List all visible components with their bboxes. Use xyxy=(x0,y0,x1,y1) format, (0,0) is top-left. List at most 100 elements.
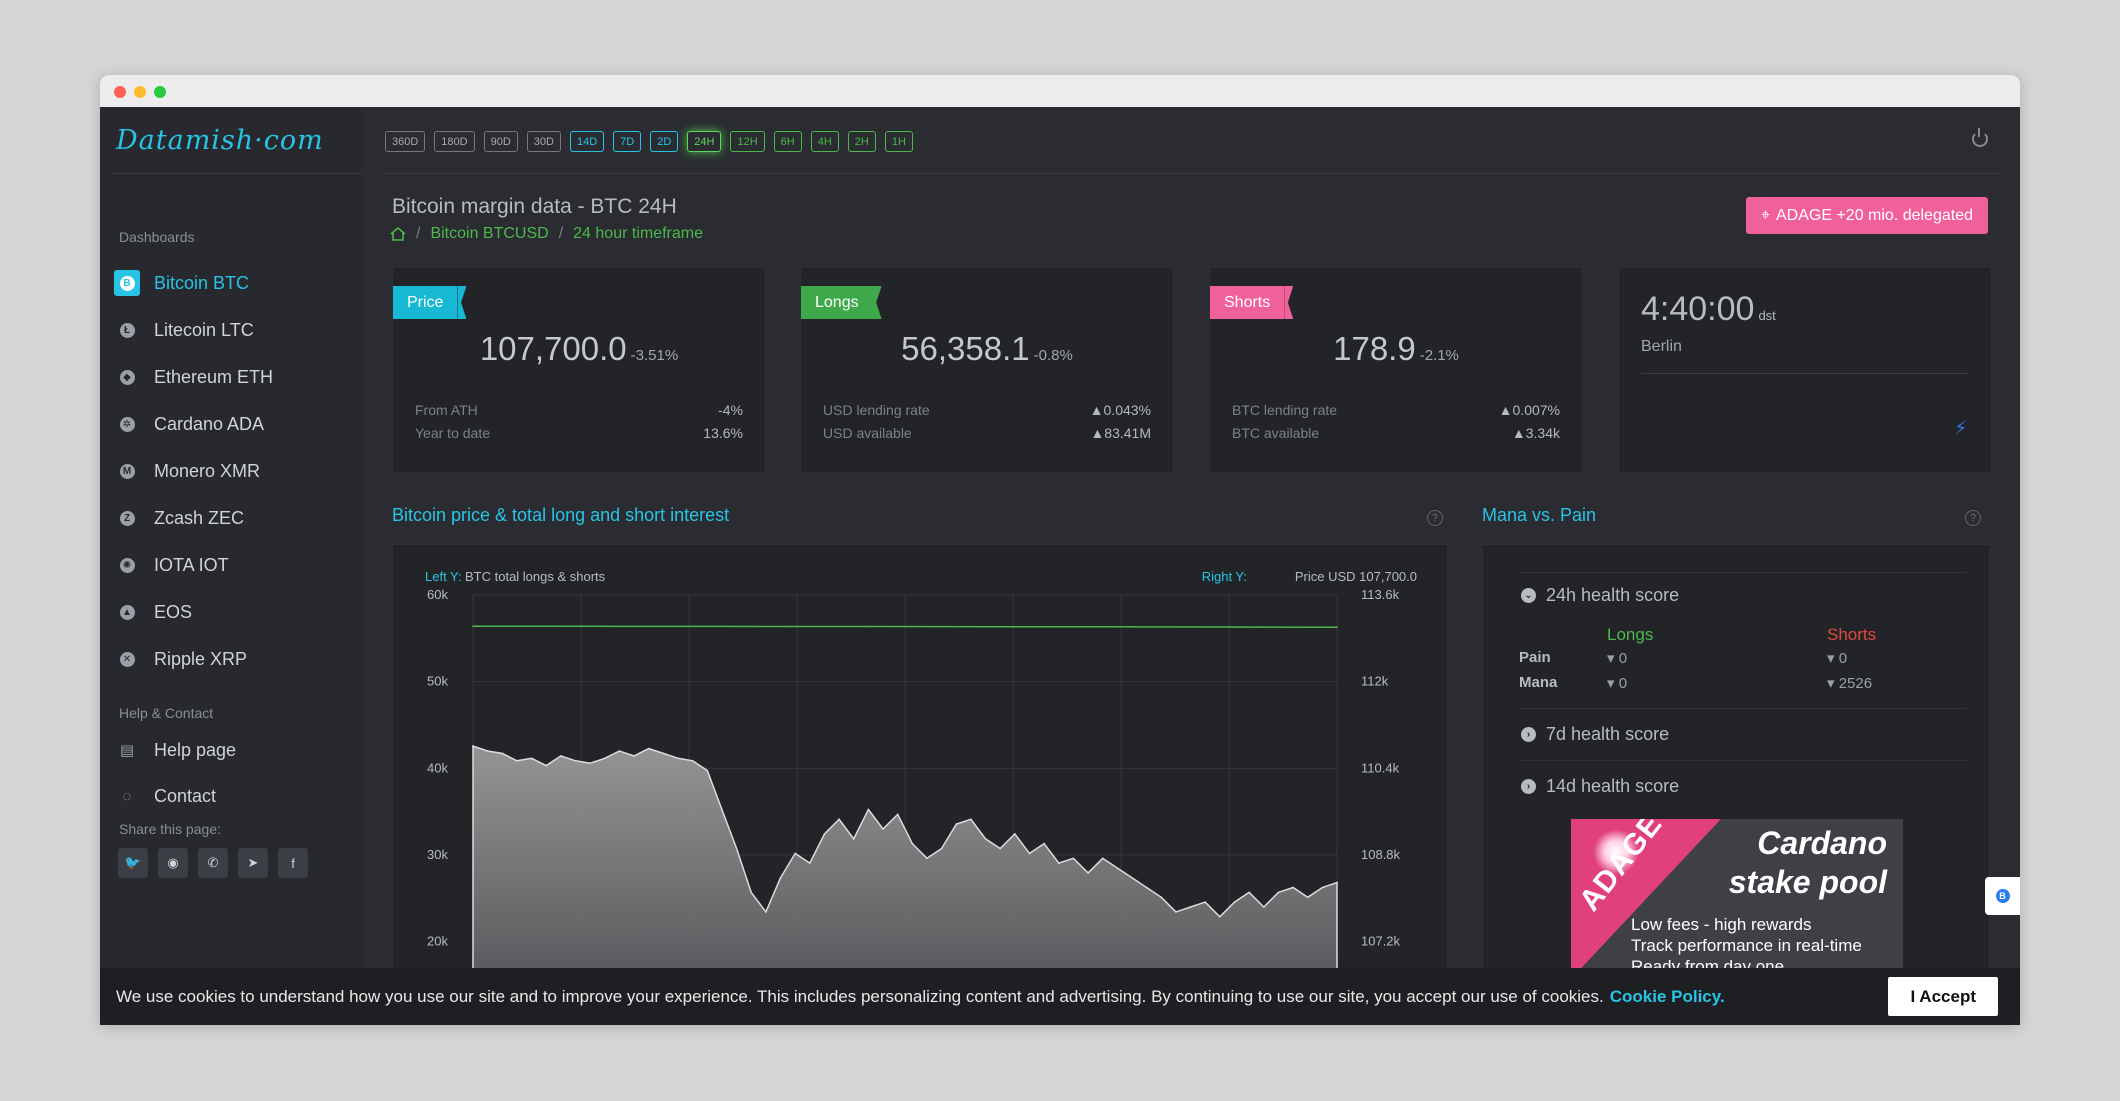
accordion-divider xyxy=(1519,760,1967,761)
pain-longs-number: 0 xyxy=(1618,650,1628,667)
longs-row-available: USD available ▲83.41M xyxy=(823,425,1151,441)
sidebar-item-contact[interactable]: ◌ Contact xyxy=(112,778,344,814)
price-data-point xyxy=(1028,852,1031,855)
nav-glyph: Ł xyxy=(119,322,135,338)
pain-shorts-value: ▾ 0 xyxy=(1827,650,1848,667)
book-icon: ▤ xyxy=(114,737,140,763)
sidebar-item-monero-xmr[interactable]: M Monero XMR xyxy=(112,453,344,489)
breadcrumb-item-timeframe[interactable]: 24 hour timeframe xyxy=(573,225,703,243)
longs-change: -0.8% xyxy=(1033,347,1073,364)
price-data-point xyxy=(691,760,694,762)
timeframe-6h[interactable]: 6H xyxy=(773,131,802,152)
timeframe-30d[interactable]: 30D xyxy=(526,131,561,152)
sidebar-item-label: Help page xyxy=(154,739,237,760)
whatsapp-share-button[interactable]: ✆ xyxy=(198,848,228,878)
sidebar-item-ripple-xrp[interactable]: ✕ Ripple XRP xyxy=(112,641,344,677)
sidebar-item-label: Bitcoin BTC xyxy=(154,272,250,293)
accordion-14d[interactable]: › 14d health score xyxy=(1521,776,1679,797)
price-data-point xyxy=(970,818,972,821)
clock-time: 4:40:00 xyxy=(1641,290,1755,328)
chart-help-icon[interactable]: ? xyxy=(1427,510,1443,526)
floating-bitcoin-widget[interactable]: B xyxy=(1985,877,2020,915)
accordion-24h[interactable]: ⌄ 24h health score xyxy=(1521,585,1679,606)
row-label: USD lending rate xyxy=(823,402,930,418)
cookie-policy-link[interactable]: Cookie Policy. xyxy=(1610,987,1725,1006)
sidebar-item-ethereum-eth[interactable]: ◆ Ethereum ETH xyxy=(112,359,344,395)
adage-delegate-button[interactable]: ⌖ ADAGE +20 mio. delegated xyxy=(1745,197,1988,234)
timeframe-2h[interactable]: 2H xyxy=(847,131,876,152)
sidebar-item-eos[interactable]: ▲ EOS xyxy=(112,594,344,630)
bitcoin-icon: B xyxy=(1995,889,2010,903)
price-data-point xyxy=(911,842,914,845)
timeframe-24h[interactable]: 24H xyxy=(687,131,722,152)
shorts-change: -2.1% xyxy=(1419,347,1459,364)
timeframe-360d[interactable]: 360D xyxy=(385,131,426,152)
row-value: -4% xyxy=(718,402,743,418)
y-left-tick-label: 50k xyxy=(427,674,448,689)
price-data-point xyxy=(589,762,591,764)
price-data-point xyxy=(516,760,518,762)
price-value: 107,700.0 xyxy=(479,330,627,367)
logo[interactable]: Datamish·com xyxy=(116,125,324,156)
timeframe-180d[interactable]: 180D xyxy=(434,131,475,152)
home-icon[interactable] xyxy=(390,227,406,241)
longs-data-point xyxy=(943,625,946,628)
price-interest-chart: 60k 113.6k 50k 112k 40k 110.4k 30k 108.8k 20k 107… xyxy=(425,569,1417,986)
power-icon[interactable] xyxy=(1972,128,1988,147)
header-divider xyxy=(382,173,2002,174)
facebook-share-button[interactable]: f xyxy=(278,848,308,878)
left-axis-label: BTC total longs & shorts xyxy=(465,569,606,584)
shorts-row-rate: BTC lending rate ▲0.007% xyxy=(1232,402,1560,418)
adage-ad-banner[interactable]: ADAGE Cardano stake pool Low fees - high… xyxy=(1571,819,1903,979)
timeframe-selector: 360D 180D 90D 30D 14D 7D 2D 24H 12H 6H 4H 2H 1H xyxy=(385,131,913,152)
y-left-tick-label: 20k xyxy=(427,934,448,949)
breadcrumb-item-market[interactable]: Bitcoin BTCUSD xyxy=(430,225,548,243)
price-data-point xyxy=(765,911,767,913)
close-window-button[interactable] xyxy=(114,86,126,98)
twitter-share-button[interactable]: 🐦 xyxy=(118,848,148,878)
price-data-point xyxy=(1219,916,1221,918)
sidebar-item-zcash-zec[interactable]: Z Zcash ZEC xyxy=(112,500,344,536)
telegram-share-button[interactable]: ➤ xyxy=(238,848,268,878)
sidebar-item-litecoin-ltc[interactable]: Ł Litecoin LTC xyxy=(112,312,344,348)
longs-header: Longs xyxy=(1607,625,1654,644)
accept-cookies-button[interactable]: I Accept xyxy=(1888,977,1998,1016)
mana-longs-number: 0 xyxy=(1618,675,1628,692)
lightning-icon[interactable]: ⚡ xyxy=(1954,418,1967,439)
shorts-card: Shorts 178.9 -2.1% BTC lending rate ▲0.007… xyxy=(1209,267,1583,473)
nav-glyph: M xyxy=(119,463,135,479)
timeframe-90d[interactable]: 90D xyxy=(483,131,518,152)
mana-panel: ⌄ 24h health score Longs Shorts Pain ▾ 0 … xyxy=(1482,544,1990,1025)
sidebar-item-label: EOS xyxy=(154,601,193,622)
price-data-point xyxy=(794,852,796,855)
minimize-window-button[interactable] xyxy=(134,86,146,98)
timeframe-4h[interactable]: 4H xyxy=(810,131,839,152)
nav-glyph: ▲ xyxy=(119,604,135,620)
sidebar-item-bitcoin-btc[interactable]: B Bitcoin BTC xyxy=(112,265,344,301)
longs-data-point xyxy=(1257,626,1260,628)
accordion-7d[interactable]: › 7d health score xyxy=(1521,724,1669,745)
ripple-icon: ✕ xyxy=(114,646,140,672)
row-value: ▲3.34k xyxy=(1511,425,1560,441)
row-label: USD available xyxy=(823,425,912,441)
timeframe-14d[interactable]: 14D xyxy=(569,131,605,152)
cookie-text-line: We use cookies to understand how you use… xyxy=(116,987,1725,1007)
maximize-window-button[interactable] xyxy=(154,86,166,98)
mana-longs-value: ▾ 0 xyxy=(1607,675,1628,692)
shorts-header: Shorts xyxy=(1827,625,1877,644)
sidebar-item-cardano-ada[interactable]: ✲ Cardano ADA xyxy=(112,406,344,442)
longs-value: 56,358.1 xyxy=(901,330,1030,367)
sidebar-item-iota-iot[interactable]: ✺ IOTA IOT xyxy=(112,547,344,583)
timeframe-12h[interactable]: 12H xyxy=(730,131,765,152)
sidebar-item-help-page[interactable]: ▤ Help page xyxy=(112,732,344,768)
price-data-point xyxy=(852,838,855,840)
longs-data-point xyxy=(1022,625,1024,628)
reddit-share-button[interactable]: ◉ xyxy=(158,848,188,878)
mana-help-icon[interactable]: ? xyxy=(1965,510,1981,526)
mana-shorts-value: ▾ 2526 xyxy=(1827,675,1873,692)
y-right-tick-label: 108.8k xyxy=(1361,847,1401,862)
timeframe-1h[interactable]: 1H xyxy=(884,131,913,152)
timeframe-7d[interactable]: 7D xyxy=(613,131,642,152)
timeframe-2d[interactable]: 2D xyxy=(650,131,679,152)
price-data-point xyxy=(882,828,884,830)
